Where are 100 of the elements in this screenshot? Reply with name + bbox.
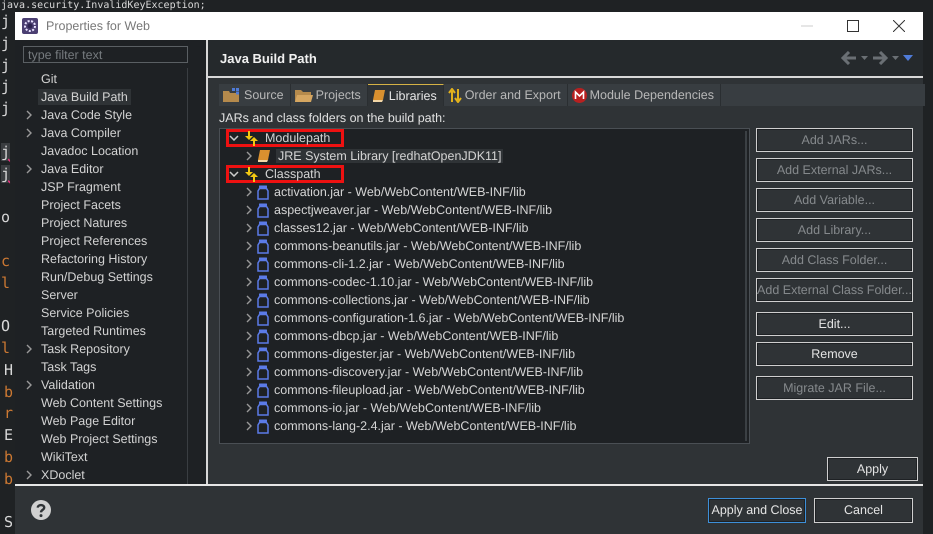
sidebar-item[interactable]: Java Code Style bbox=[38, 107, 136, 123]
view-menu-icon[interactable] bbox=[903, 55, 913, 61]
sidebar-item[interactable]: Task Tags bbox=[38, 359, 100, 375]
code-text: j bbox=[1, 56, 10, 74]
action-button[interactable]: Remove bbox=[756, 342, 913, 366]
code-text: j bbox=[1, 164, 10, 183]
code-text: j bbox=[1, 77, 10, 96]
tree-item[interactable]: commons-beanutils.jar - Web/WebContent/WEB-INF/lib bbox=[274, 239, 582, 253]
jar-icon bbox=[257, 238, 269, 254]
tree-item[interactable]: commons-io.jar - Web/WebContent/WEB-INF/lib bbox=[274, 401, 541, 415]
tab[interactable]: Module Dependencies bbox=[568, 84, 721, 106]
jar-icon bbox=[257, 346, 269, 362]
caret-icon[interactable] bbox=[861, 56, 868, 60]
jar-icon bbox=[257, 364, 269, 380]
page-title: Java Build Path bbox=[220, 50, 317, 66]
tree-item[interactable]: commons-lang-2.4.jar - Web/WebContent/WEB-INF/lib bbox=[274, 419, 576, 433]
tab[interactable]: Order and Export bbox=[444, 84, 568, 106]
code-text: l bbox=[1, 338, 10, 357]
sidebar-item[interactable]: Run/Debug Settings bbox=[38, 269, 156, 285]
tree-item[interactable]: classes12.jar - Web/WebContent/WEB-INF/lib bbox=[274, 221, 528, 235]
tab[interactable]: Projects bbox=[290, 84, 368, 106]
tree-item[interactable]: commons-cli-1.2.jar - Web/WebContent/WEB-INF/lib bbox=[274, 257, 565, 271]
code-text: r bbox=[4, 404, 14, 422]
code-text: o bbox=[1, 208, 10, 226]
jar-icon bbox=[257, 256, 269, 272]
sidebar-item[interactable]: Validation bbox=[38, 377, 98, 393]
code-text: E bbox=[4, 426, 14, 444]
tree-item[interactable]: commons-dbcp.jar - Web/WebContent/WEB-INF/lib bbox=[274, 329, 558, 343]
jar-icon bbox=[257, 310, 269, 326]
sidebar-item[interactable]: Service Policies bbox=[38, 305, 132, 321]
jar-icon bbox=[257, 418, 269, 434]
sidebar-item[interactable]: XDoclet bbox=[38, 467, 88, 483]
maximize-icon[interactable] bbox=[847, 20, 859, 32]
cancel-button[interactable]: Cancel bbox=[814, 498, 913, 522]
code-text: b bbox=[4, 470, 14, 488]
jar-icon bbox=[257, 328, 269, 344]
sidebar-item[interactable]: Web Page Editor bbox=[38, 413, 138, 429]
sidebar-item[interactable]: Project References bbox=[38, 233, 150, 249]
caret-icon[interactable] bbox=[892, 56, 899, 60]
sidebar-item[interactable]: Web Project Settings bbox=[38, 431, 160, 447]
help-icon[interactable] bbox=[31, 500, 51, 520]
tree-item[interactable]: commons-codec-1.10.jar - Web/WebContent/WEB-INF/lib bbox=[274, 275, 594, 289]
jar-icon bbox=[257, 382, 269, 398]
sidebar-item[interactable]: Javadoc Location bbox=[38, 143, 142, 159]
tree-item[interactable]: activation.jar - Web/WebContent/WEB-INF/lib bbox=[274, 185, 526, 199]
tree-item[interactable]: commons-digester.jar - Web/WebContent/WEB-INF/lib bbox=[274, 347, 576, 361]
tree-item[interactable]: JRE System Library [redhatOpenJDK11] bbox=[276, 149, 504, 163]
jar-icon bbox=[257, 400, 269, 416]
sidebar-item[interactable]: Server bbox=[38, 287, 81, 303]
code-text: S bbox=[4, 513, 14, 532]
forward-arrow-icon[interactable] bbox=[872, 51, 888, 65]
tab[interactable]: Source bbox=[219, 84, 291, 106]
code-text: b bbox=[4, 382, 14, 401]
action-button[interactable]: Edit... bbox=[756, 312, 913, 336]
back-arrow-icon[interactable] bbox=[841, 51, 857, 65]
tab[interactable]: Libraries bbox=[368, 84, 444, 106]
close-icon[interactable] bbox=[893, 20, 905, 32]
sidebar-item[interactable]: Java Compiler bbox=[38, 125, 124, 141]
tree-item[interactable]: aspectjweaver.jar - Web/WebContent/WEB-INF/lib bbox=[274, 203, 552, 217]
code-text: c bbox=[1, 252, 10, 270]
scrollbar[interactable] bbox=[745, 131, 747, 441]
code-text: j bbox=[1, 34, 10, 52]
sidebar-item[interactable]: Targeted Runtimes bbox=[38, 323, 149, 339]
apply-and-close-button[interactable]: Apply and Close bbox=[708, 498, 806, 522]
up-down-arrows-icon bbox=[244, 130, 260, 146]
code-text: j bbox=[1, 142, 10, 161]
tree-label: JARs and class folders on the build path: bbox=[219, 111, 447, 127]
code-text: j bbox=[1, 99, 10, 118]
up-down-arrows-icon bbox=[244, 166, 260, 182]
apply-button[interactable]: Apply bbox=[827, 457, 918, 481]
sidebar-item[interactable]: Java Editor bbox=[38, 161, 107, 177]
jar-icon bbox=[257, 274, 269, 290]
tree-item[interactable]: commons-fileupload.jar - Web/WebContent/WEB-INF/lib bbox=[274, 383, 585, 397]
sidebar-item[interactable]: Java Build Path bbox=[38, 89, 131, 105]
sidebar-item[interactable]: Refactoring History bbox=[38, 251, 150, 267]
sidebar-item[interactable]: Project Natures bbox=[38, 215, 130, 231]
jar-icon bbox=[257, 202, 269, 218]
book-icon bbox=[257, 149, 271, 163]
book-icon bbox=[372, 88, 386, 102]
sidebar-item[interactable]: JSP Fragment bbox=[38, 179, 124, 195]
tree-item[interactable]: commons-collections.jar - Web/WebContent/WEB-INF/lib bbox=[274, 293, 590, 307]
code-text: java.security.InvalidKeyException; bbox=[1, 0, 206, 11]
sidebar-item[interactable]: Task Repository bbox=[38, 341, 133, 357]
tree-item[interactable]: commons-discovery.jar - Web/WebContent/WEB-INF/lib bbox=[274, 365, 584, 379]
sidebar-item[interactable]: Web Content Settings bbox=[38, 395, 166, 411]
build-path-tree[interactable] bbox=[219, 128, 750, 444]
folder-icon bbox=[294, 88, 313, 102]
jar-icon bbox=[257, 220, 269, 236]
filter-field[interactable]: type filter text bbox=[23, 46, 188, 63]
code-text: H bbox=[4, 360, 14, 379]
code-text: j bbox=[1, 12, 10, 30]
tree-item[interactable]: commons-configuration-1.6.jar - Web/WebContent/WEB-INF/lib bbox=[274, 311, 624, 325]
module-icon bbox=[572, 88, 587, 102]
code-text: l bbox=[1, 274, 10, 292]
package-folder-icon bbox=[223, 88, 241, 102]
sidebar-item[interactable]: WikiText bbox=[38, 449, 91, 465]
window-title: Properties for Web bbox=[46, 19, 151, 33]
sidebar-item[interactable]: Project Facets bbox=[38, 197, 124, 213]
jar-icon bbox=[257, 184, 269, 200]
sidebar-item[interactable]: Git bbox=[38, 71, 60, 87]
